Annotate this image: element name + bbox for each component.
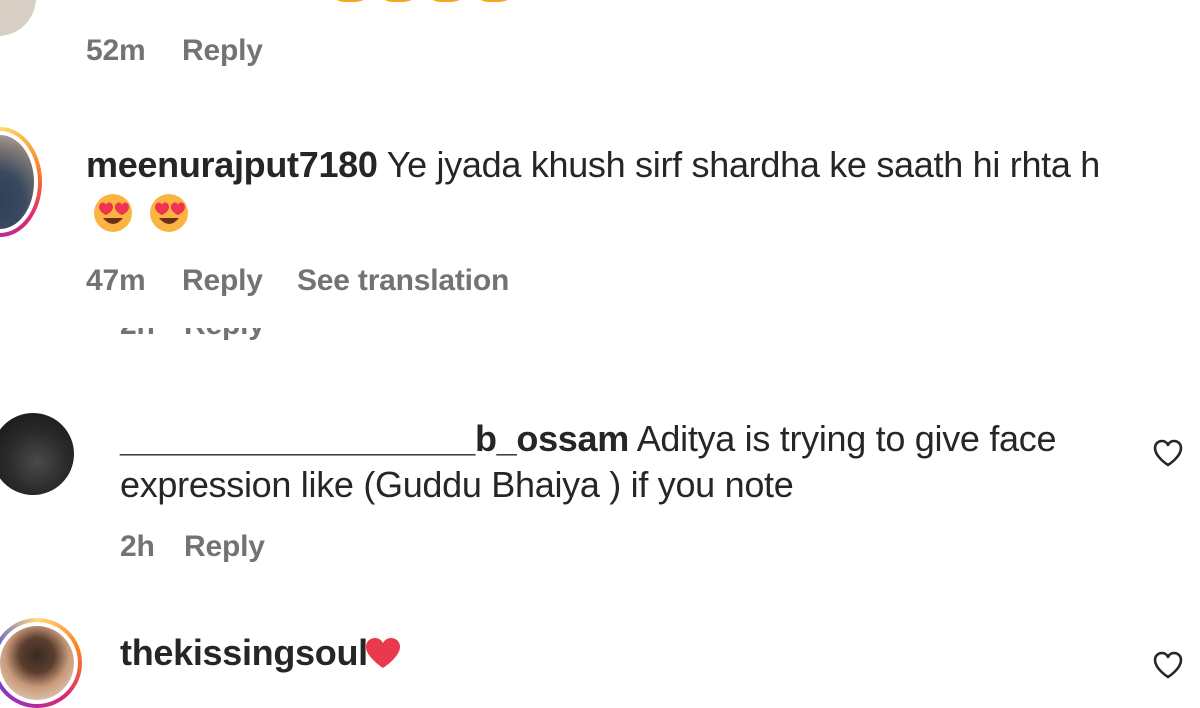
heart-outline-icon[interactable] bbox=[1152, 438, 1184, 468]
see-translation-button[interactable]: See translation bbox=[297, 264, 509, 298]
comment-body: __________________b_ossam Aditya is tryi… bbox=[120, 416, 1100, 508]
avatar-partial-top[interactable] bbox=[0, 0, 36, 36]
comment-time: 52m bbox=[86, 34, 146, 67]
comment-username[interactable]: meenurajput7180 bbox=[86, 144, 378, 185]
clipped-meta-row: 2h Reply bbox=[110, 328, 410, 348]
heart-eyes-emoji bbox=[150, 194, 189, 232]
reply-button[interactable]: Reply bbox=[182, 34, 263, 68]
comment-body: meenurajput7180 Ye jyada khush sirf shar… bbox=[86, 142, 1186, 188]
comment-username[interactable]: thekissingsoul bbox=[120, 632, 368, 673]
avatar[interactable] bbox=[0, 413, 74, 495]
comment-time: 2h bbox=[120, 530, 155, 563]
red-heart-emoji bbox=[366, 638, 400, 668]
comment-text-line2: expression like (Guddu Bhaiya ) if you n… bbox=[120, 464, 794, 505]
avatar[interactable] bbox=[0, 127, 42, 237]
comment-body: thekissingsoul bbox=[120, 630, 720, 676]
emoji-row bbox=[92, 192, 190, 234]
comment-time: 47m bbox=[86, 264, 146, 297]
comment-text: Ye jyada khush sirf shardha ke saath hi … bbox=[386, 144, 1101, 185]
comment-time: 2h bbox=[120, 328, 155, 342]
heart-eyes-emoji bbox=[94, 194, 132, 232]
comment-username[interactable]: __________________b_ossam bbox=[120, 418, 629, 459]
reply-button[interactable]: Reply bbox=[182, 264, 263, 298]
comment-text-line1: Aditya is trying to give face bbox=[636, 418, 1057, 459]
partial-emoji-row bbox=[330, 0, 530, 2]
avatar[interactable] bbox=[0, 618, 82, 708]
heart-outline-icon[interactable] bbox=[1152, 650, 1184, 680]
reply-button[interactable]: Reply bbox=[184, 530, 265, 564]
reply-button[interactable]: Reply bbox=[184, 328, 265, 342]
